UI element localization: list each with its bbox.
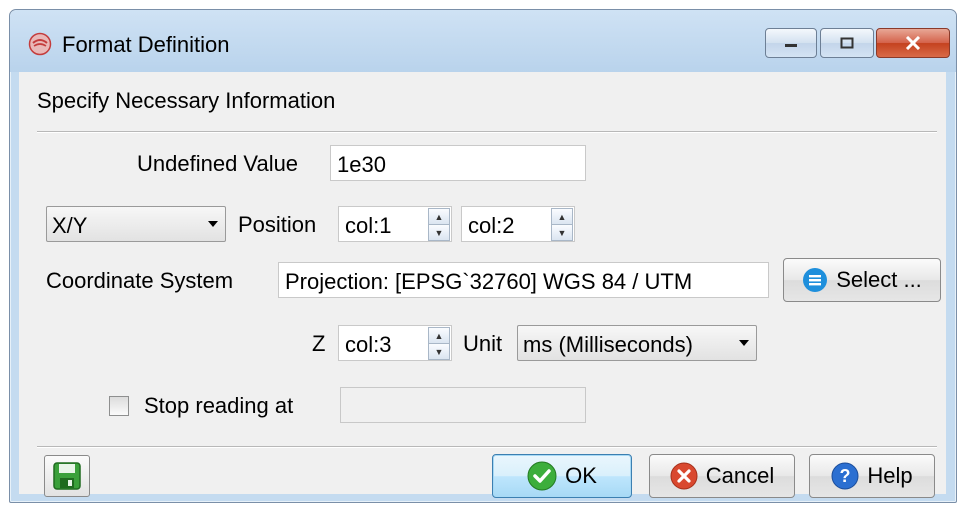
- position-y-spinner[interactable]: col:2 ▲ ▼: [461, 206, 575, 242]
- spin-down-icon[interactable]: ▼: [551, 224, 573, 241]
- coordinate-system-field[interactable]: Projection: [EPSG`32760] WGS 84 / UTM: [278, 262, 769, 298]
- svg-text:?: ?: [840, 466, 851, 486]
- select-button-label: Select ...: [836, 267, 922, 292]
- save-button[interactable]: [44, 455, 90, 497]
- spin-up-icon[interactable]: ▲: [428, 327, 450, 344]
- unit-label: Unit: [463, 331, 503, 356]
- cancel-button[interactable]: Cancel: [649, 454, 795, 498]
- close-icon: [905, 36, 921, 50]
- unit-select[interactable]: ms (Milliseconds): [517, 325, 757, 361]
- unit-value: ms (Milliseconds): [523, 332, 693, 357]
- z-spinner[interactable]: col:3 ▲ ▼: [338, 325, 452, 361]
- z-label: Z: [312, 331, 326, 356]
- ok-button-label: OK: [565, 463, 597, 488]
- maximize-icon: [840, 37, 854, 49]
- spin-down-icon[interactable]: ▼: [428, 224, 450, 241]
- footer-divider: [37, 446, 937, 448]
- undefined-value-input[interactable]: 1e30: [330, 145, 586, 181]
- undefined-value-label: Undefined Value: [137, 151, 299, 176]
- help-button-label: Help: [867, 463, 913, 488]
- check-icon: [527, 461, 557, 491]
- spin-down-icon[interactable]: ▼: [428, 343, 450, 360]
- section-title: Specify Necessary Information: [37, 88, 336, 113]
- position-x-value: col:1: [345, 213, 392, 238]
- position-x-spinner[interactable]: col:1 ▲ ▼: [338, 206, 452, 242]
- position-y-spin-buttons: ▲ ▼: [551, 208, 573, 241]
- position-type-select[interactable]: X/Y: [46, 206, 226, 242]
- cancel-button-label: Cancel: [705, 463, 775, 488]
- ok-button[interactable]: OK: [492, 454, 632, 498]
- position-type-value: X/Y: [52, 213, 88, 238]
- stop-reading-label: Stop reading at: [144, 393, 294, 418]
- position-y-value: col:2: [468, 213, 515, 238]
- z-value: col:3: [345, 332, 392, 357]
- position-label: Position: [238, 212, 317, 237]
- minimize-button[interactable]: [765, 28, 817, 58]
- position-x-spin-buttons: ▲ ▼: [428, 208, 450, 241]
- header-divider: [37, 131, 937, 133]
- chevron-down-icon: [208, 221, 218, 227]
- dialog-body: Specify Necessary Information Undefined …: [19, 72, 946, 498]
- app-icon: [28, 32, 52, 56]
- help-icon: ?: [831, 462, 859, 490]
- minimize-icon: [785, 44, 797, 47]
- list-icon: [803, 268, 828, 292]
- select-button[interactable]: Select ...: [783, 258, 941, 302]
- spin-up-icon[interactable]: ▲: [428, 208, 450, 225]
- window-title: Format Definition: [62, 32, 230, 57]
- chevron-down-icon: [739, 340, 749, 346]
- coordinate-system-label: Coordinate System: [46, 268, 234, 293]
- cancel-icon: [670, 462, 698, 490]
- z-spin-buttons: ▲ ▼: [428, 327, 450, 360]
- stop-reading-input[interactable]: [340, 387, 586, 423]
- help-button[interactable]: ? Help: [809, 454, 935, 498]
- close-button[interactable]: [876, 28, 950, 58]
- maximize-button[interactable]: [820, 28, 874, 58]
- spin-up-icon[interactable]: ▲: [551, 208, 573, 225]
- format-definition-window: Format Definition Specify Necessary Info…: [9, 9, 957, 503]
- stop-reading-checkbox[interactable]: [109, 396, 129, 416]
- save-icon: [53, 462, 81, 490]
- title-bar[interactable]: Format Definition: [10, 10, 956, 72]
